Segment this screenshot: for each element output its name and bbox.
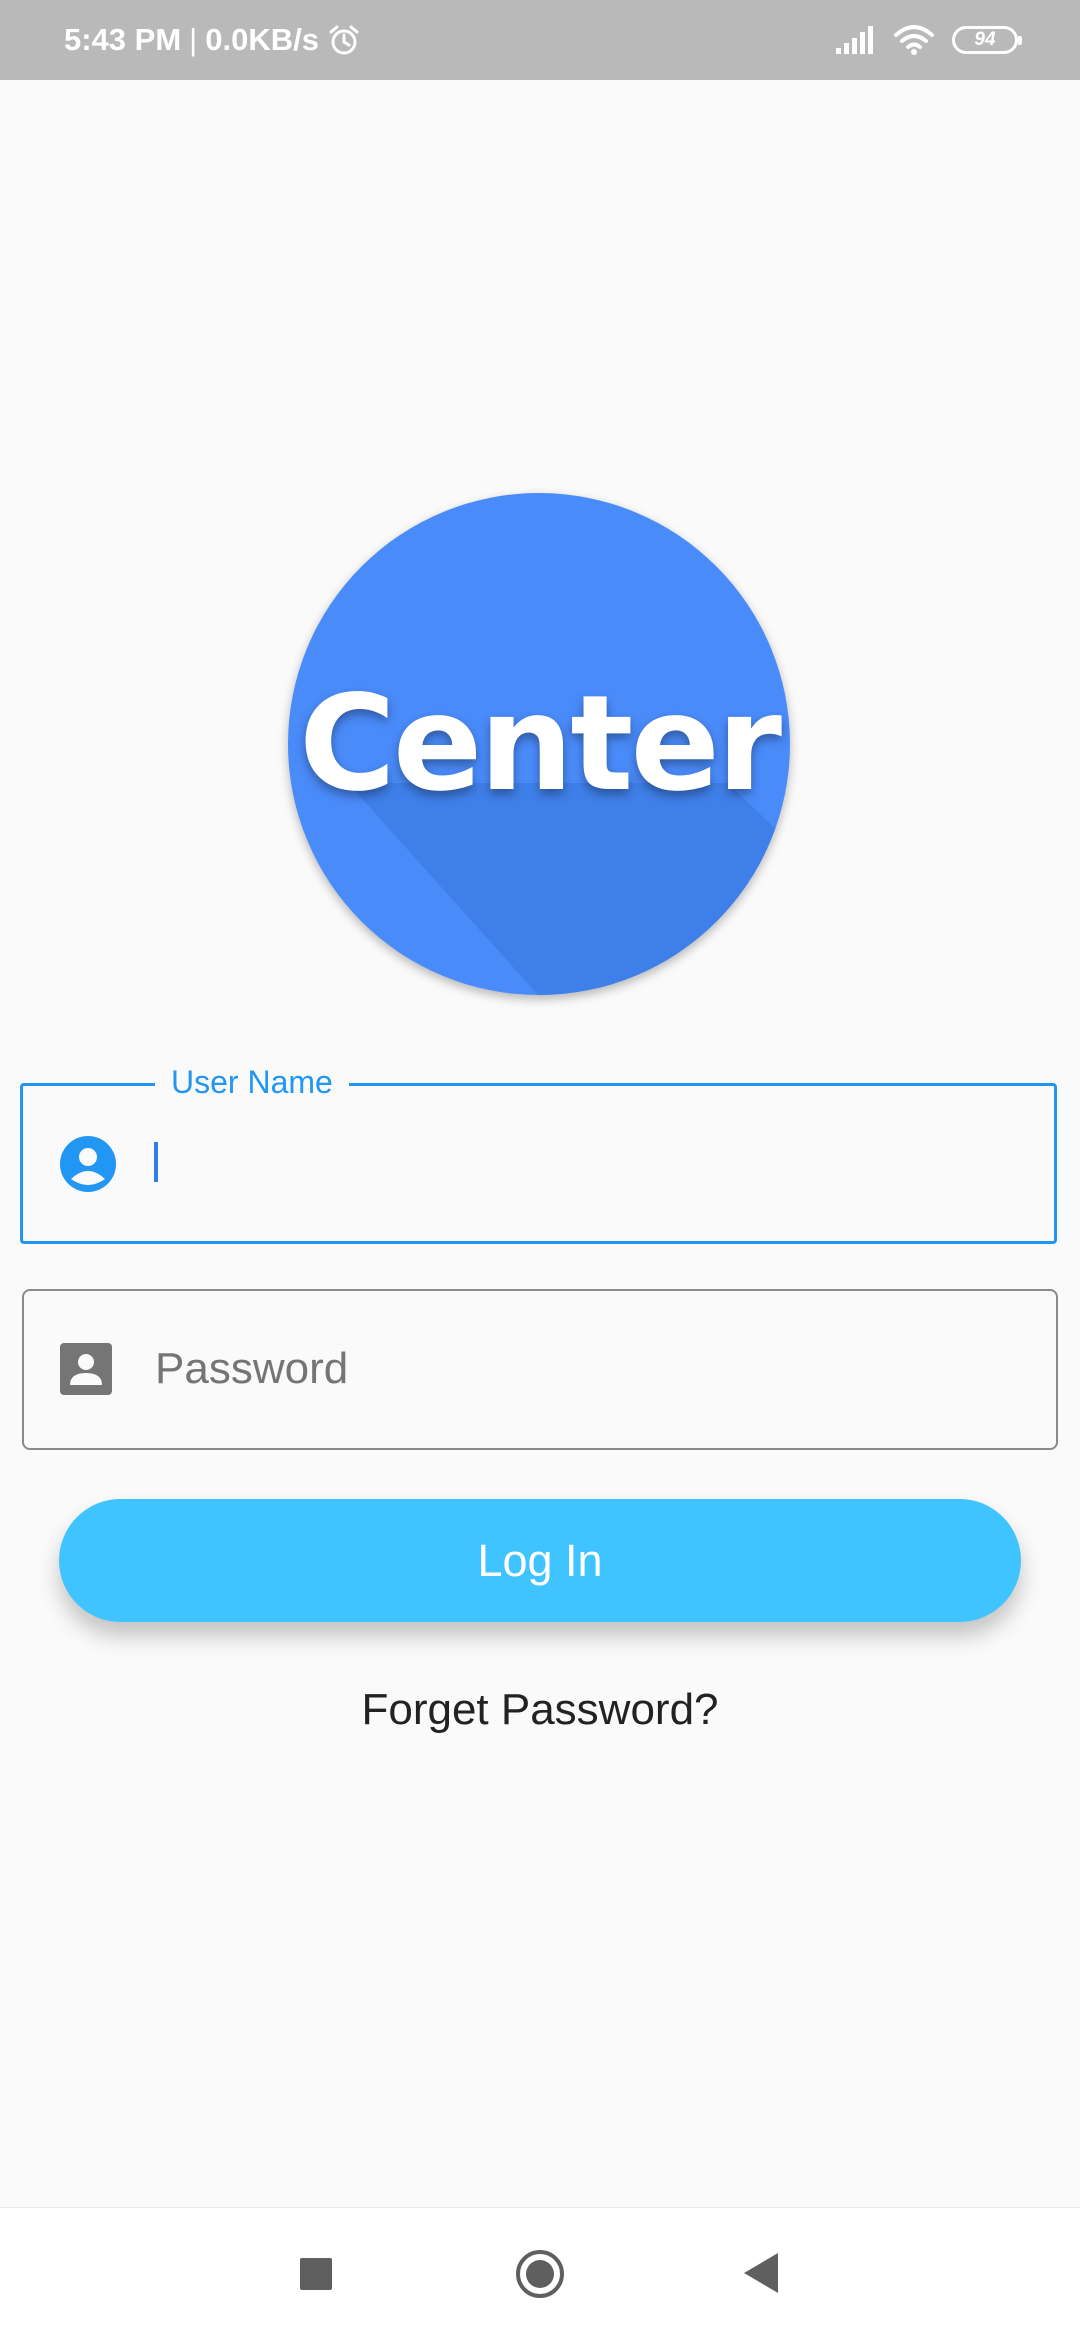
alarm-clock-icon	[327, 23, 361, 57]
square-recents-icon[interactable]	[300, 2258, 332, 2290]
battery-level: 94	[974, 29, 996, 50]
status-network-speed: 0.0KB/s	[205, 22, 319, 57]
password-field[interactable]: Password	[22, 1289, 1058, 1450]
logo-text: Center	[298, 667, 782, 821]
status-time: 5:43 PM	[64, 22, 182, 57]
password-placeholder: Password	[155, 1344, 349, 1393]
account-circle-icon	[59, 1135, 117, 1193]
status-bar: 5:43 PM | 0.0KB/s 94	[0, 0, 1080, 80]
username-field[interactable]: User Name	[20, 1060, 1057, 1244]
center-logo: Center	[288, 493, 790, 995]
cellular-signal-icon	[836, 26, 876, 54]
login-button-label: Log In	[477, 1534, 603, 1586]
system-nav-bar	[0, 2207, 1080, 2341]
contact-card-icon	[60, 1343, 112, 1395]
status-right: 94	[836, 0, 1022, 80]
status-left: 5:43 PM | 0.0KB/s	[64, 0, 361, 80]
wifi-icon	[894, 25, 934, 55]
forget-password-link[interactable]: Forget Password?	[0, 1685, 1080, 1735]
battery-icon: 94	[952, 26, 1022, 54]
status-separator: |	[189, 22, 198, 57]
login-button[interactable]: Log In	[59, 1499, 1021, 1622]
circle-home-icon[interactable]	[515, 2249, 565, 2299]
text-cursor	[154, 1142, 158, 1182]
username-label: User Name	[155, 1060, 349, 1104]
triangle-back-icon[interactable]	[744, 2253, 778, 2293]
